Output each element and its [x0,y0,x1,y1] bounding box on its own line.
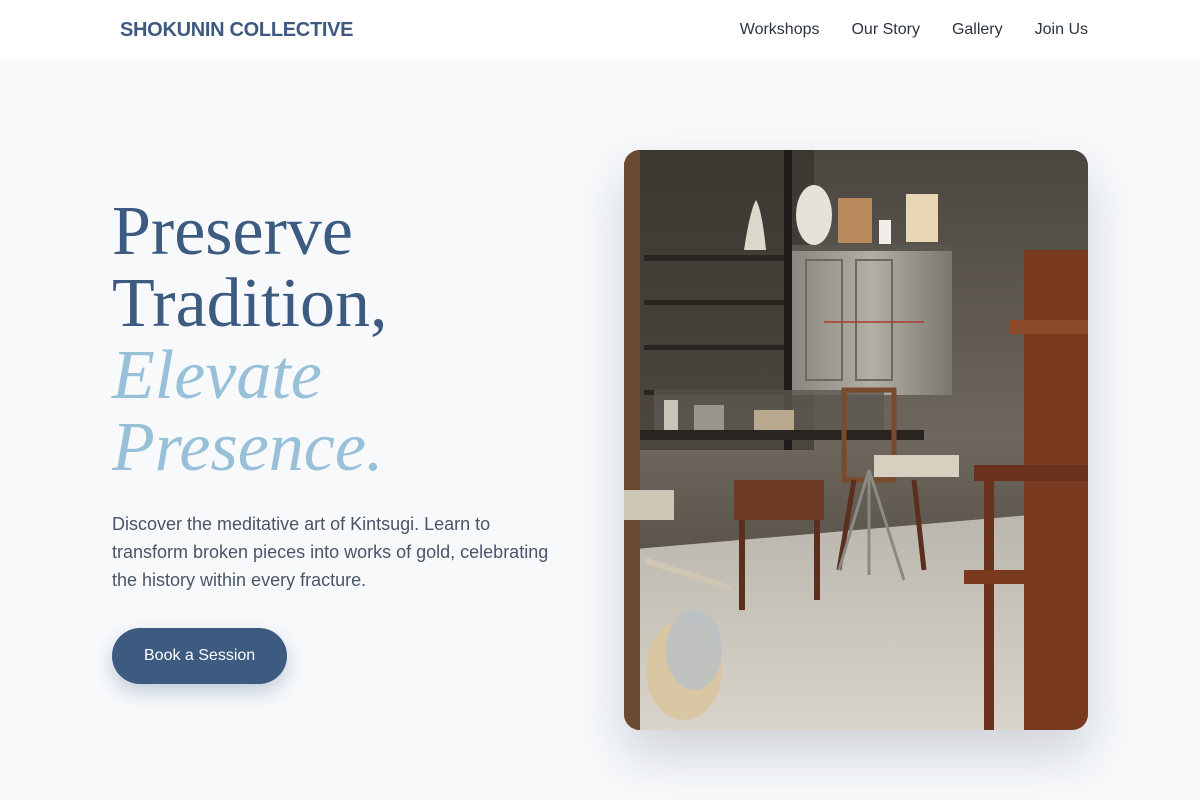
headline-line-2: Tradition, [112,265,388,342]
hero-content: Preserve Tradition, Elevate Presence. Di… [112,196,572,684]
hero-description: Discover the meditative art of Kintsugi.… [112,514,549,590]
headline-line-3: Elevate [112,337,322,414]
hero-headline: Preserve Tradition, Elevate Presence. [112,196,572,484]
nav-link-gallery[interactable]: Gallery [952,21,1003,39]
main-nav: Workshops Our Story Gallery Join Us [740,21,1088,39]
site-header: SHOKUNIN COLLECTIVE Workshops Our Story … [0,0,1200,60]
site-logo[interactable]: SHOKUNIN COLLECTIVE [120,19,354,42]
nav-link-workshops[interactable]: Workshops [740,21,820,39]
hero-image [624,150,1088,730]
nav-link-our-story[interactable]: Our Story [851,21,919,39]
book-session-button[interactable]: Book a Session [112,628,288,684]
headline-line-4: Presence. [112,409,384,486]
nav-link-join-us[interactable]: Join Us [1035,21,1088,39]
headline-line-1: Preserve [112,193,354,270]
workshop-photo-illustration [624,150,1088,730]
